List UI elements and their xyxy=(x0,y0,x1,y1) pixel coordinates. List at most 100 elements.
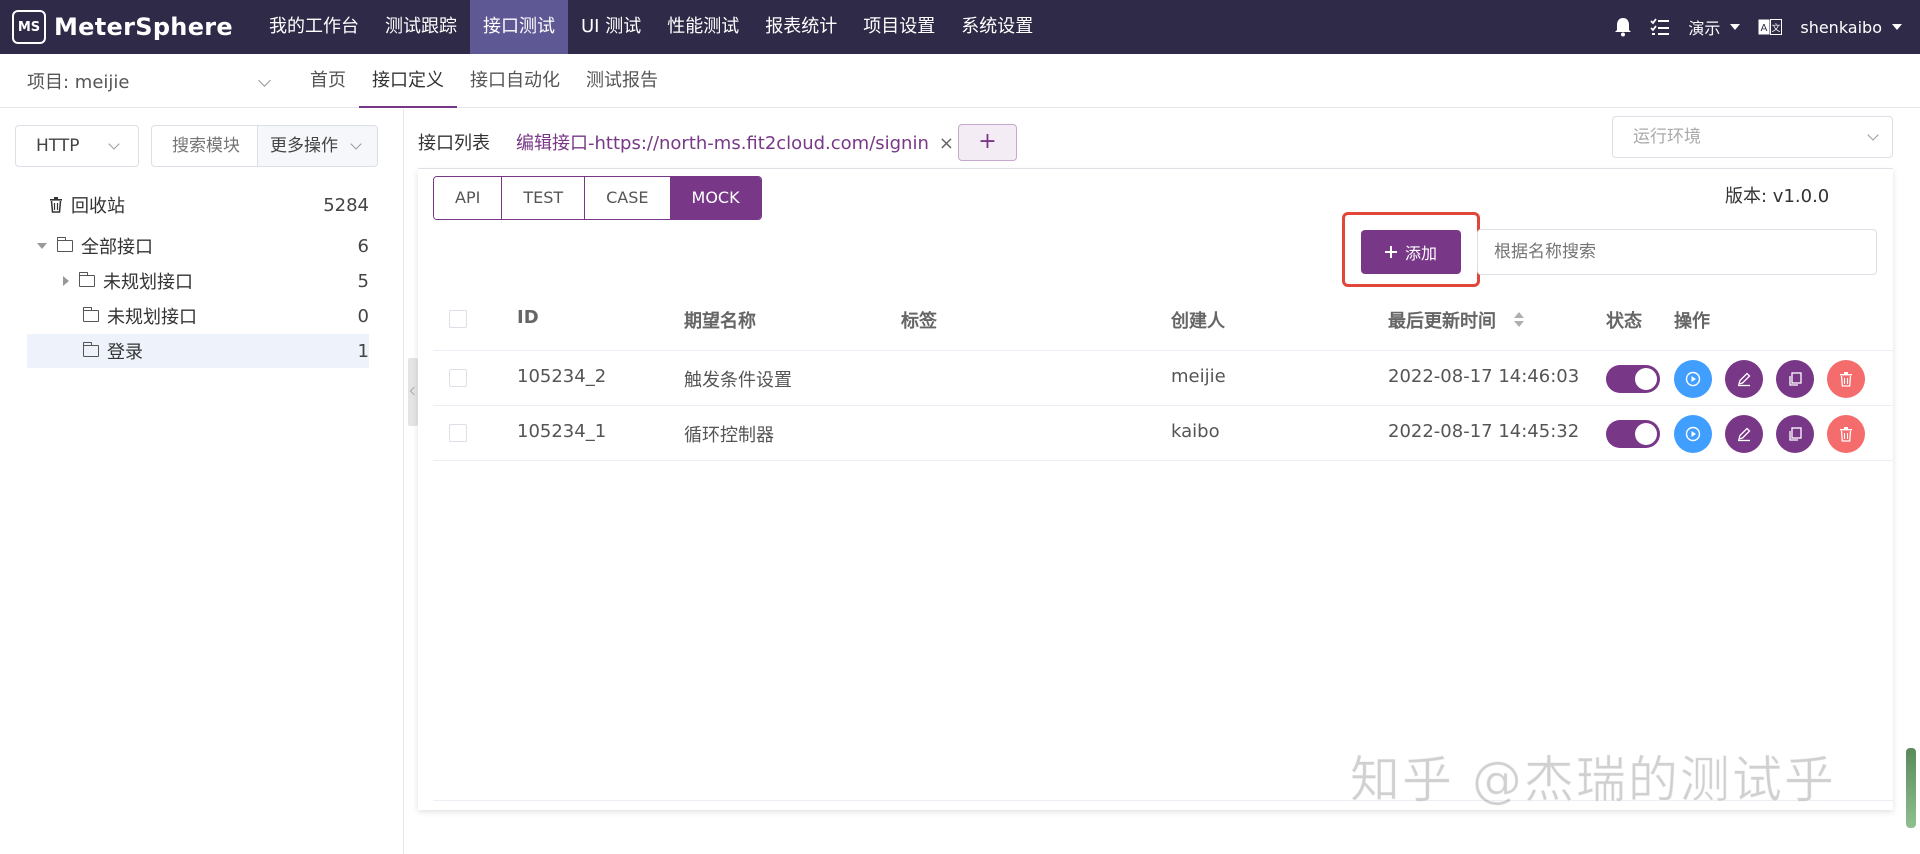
segment-mock[interactable]: MOCK xyxy=(670,177,761,219)
copy-button[interactable] xyxy=(1776,360,1814,398)
cell-creator: kaibo xyxy=(1171,421,1220,442)
col-header-updated[interactable]: 最后更新时间 xyxy=(1388,307,1496,333)
segment-case[interactable]: CASE xyxy=(585,177,671,219)
environment-placeholder: 运行环境 xyxy=(1633,127,1701,147)
pencil-icon xyxy=(1738,372,1751,387)
col-header-creator: 创建人 xyxy=(1171,311,1225,332)
tab-edit-api[interactable]: 编辑接口-https://north-ms.fit2cloud.com/sign… xyxy=(516,122,954,170)
mode-segmented-control: API TEST CASE MOCK xyxy=(433,176,762,220)
row-checkbox[interactable] xyxy=(449,369,467,387)
nav-system-settings[interactable]: 系统设置 xyxy=(948,0,1046,54)
cell-creator: meijie xyxy=(1171,366,1226,387)
delete-button[interactable] xyxy=(1827,415,1865,453)
app-logo[interactable]: MS MeterSphere xyxy=(0,0,256,54)
nav-ui-test[interactable]: UI 测试 xyxy=(568,0,654,54)
tab-edit-api-label: 编辑接口-https://north-ms.fit2cloud.com/sign… xyxy=(516,133,929,154)
sidebar-collapse-handle[interactable] xyxy=(408,358,418,426)
chevron-down-icon xyxy=(350,138,362,150)
status-toggle[interactable] xyxy=(1606,365,1660,393)
workspace-name: 演示 xyxy=(1688,19,1721,38)
run-button[interactable] xyxy=(1674,415,1712,453)
subnav-home[interactable]: 首页 xyxy=(297,54,359,108)
side-scroll-indicator[interactable] xyxy=(1906,748,1916,828)
add-button-label: 添加 xyxy=(1404,244,1437,263)
tree-item-unplanned[interactable]: 未规划接口 5 xyxy=(27,264,369,298)
folder-icon xyxy=(56,237,73,252)
tree-item-label: 未规划接口 xyxy=(107,307,197,328)
task-list-icon[interactable] xyxy=(1650,18,1670,36)
tree-item-label: 未规划接口 xyxy=(103,272,193,293)
tree-item-all-apis[interactable]: 全部接口 6 xyxy=(27,229,369,263)
main-nav: 我的工作台 测试跟踪 接口测试 UI 测试 性能测试 报表统计 项目设置 系统设… xyxy=(256,0,1046,54)
project-select[interactable]: 项目: meijie xyxy=(27,54,277,108)
name-search-input[interactable] xyxy=(1477,229,1877,275)
pencil-icon xyxy=(1738,427,1751,442)
recycle-bin-label: 回收站 xyxy=(71,196,125,217)
close-icon[interactable]: × xyxy=(939,122,954,168)
tree-item-unplanned-2[interactable]: 未规划接口 0 xyxy=(27,299,369,333)
segment-test[interactable]: TEST xyxy=(502,177,586,219)
col-header-tags: 标签 xyxy=(901,311,937,332)
cell-name: 触发条件设置 xyxy=(684,370,792,391)
app-name: MeterSphere xyxy=(54,13,233,41)
user-menu[interactable]: shenkaibo xyxy=(1800,18,1902,37)
more-operations-label: 更多操作 xyxy=(270,136,338,156)
edit-button[interactable] xyxy=(1725,360,1763,398)
subnav-api-definition[interactable]: 接口定义 xyxy=(359,54,457,108)
nav-project-settings[interactable]: 项目设置 xyxy=(850,0,948,54)
sort-icon[interactable] xyxy=(1514,312,1524,328)
protocol-select[interactable]: HTTP xyxy=(15,125,139,167)
nav-report[interactable]: 报表统计 xyxy=(752,0,850,54)
module-search-input[interactable] xyxy=(152,126,257,166)
recycle-bin-item[interactable]: 回收站 5284 xyxy=(27,188,369,222)
copy-icon xyxy=(1789,427,1802,441)
add-tab-button[interactable]: + xyxy=(958,124,1017,161)
user-name: shenkaibo xyxy=(1800,17,1882,37)
edit-button[interactable] xyxy=(1725,415,1763,453)
select-all-checkbox[interactable] xyxy=(449,310,467,328)
expand-arrow-icon[interactable] xyxy=(37,243,47,249)
tab-api-list[interactable]: 接口列表 xyxy=(418,122,490,170)
nav-performance-test[interactable]: 性能测试 xyxy=(654,0,752,54)
folder-icon xyxy=(82,342,99,357)
status-toggle[interactable] xyxy=(1606,420,1660,448)
segment-api[interactable]: API xyxy=(434,177,503,219)
col-header-name: 期望名称 xyxy=(684,311,756,332)
workspace-switcher[interactable]: 演示 xyxy=(1688,15,1741,39)
chevron-down-icon xyxy=(258,74,271,87)
subnav-test-report[interactable]: 测试报告 xyxy=(573,54,671,108)
bell-icon[interactable] xyxy=(1614,17,1632,37)
row-divider xyxy=(433,460,1893,461)
run-button[interactable] xyxy=(1674,360,1712,398)
chevron-down-icon xyxy=(1867,129,1879,141)
nav-test-track[interactable]: 测试跟踪 xyxy=(372,0,470,54)
copy-button[interactable] xyxy=(1776,415,1814,453)
tree-item-login[interactable]: 登录 1 xyxy=(27,334,369,368)
collapse-arrow-icon[interactable] xyxy=(63,276,69,286)
watermark-text: 知乎 @杰瑞的测试乎 xyxy=(1350,751,1836,810)
folder-icon xyxy=(82,307,99,322)
module-search-group: 更多操作 xyxy=(151,125,378,167)
add-mock-button[interactable]: 添加 xyxy=(1361,230,1461,274)
cell-name: 循环控制器 xyxy=(684,425,774,446)
delete-button[interactable] xyxy=(1827,360,1865,398)
top-right-tools: 演示 A文 shenkaibo xyxy=(1614,0,1920,54)
row-checkbox[interactable] xyxy=(449,424,467,442)
project-label: 项目: meijie xyxy=(27,72,130,93)
tree-item-label: 登录 xyxy=(107,342,143,363)
cell-updated: 2022-08-17 14:45:32 xyxy=(1388,421,1580,442)
version-label: 版本: v1.0.0 xyxy=(1725,186,1830,207)
col-header-id: ID xyxy=(517,307,539,328)
module-sidebar: HTTP 更多操作 回收站 5284 全部接口 6 未规划接口 5 未规划接口 … xyxy=(0,109,404,854)
more-operations-button[interactable]: 更多操作 xyxy=(257,126,377,166)
subnav-api-automation[interactable]: 接口自动化 xyxy=(457,54,573,108)
nav-workbench[interactable]: 我的工作台 xyxy=(256,0,372,54)
language-icon[interactable]: A文 xyxy=(1758,19,1783,35)
row-divider xyxy=(433,350,1893,351)
nav-api-test[interactable]: 接口测试 xyxy=(470,0,568,54)
play-icon xyxy=(1685,371,1701,387)
environment-select[interactable]: 运行环境 xyxy=(1612,116,1893,158)
tree-item-count: 5 xyxy=(357,270,369,292)
trash-icon xyxy=(50,197,62,213)
plus-icon xyxy=(1384,246,1397,258)
